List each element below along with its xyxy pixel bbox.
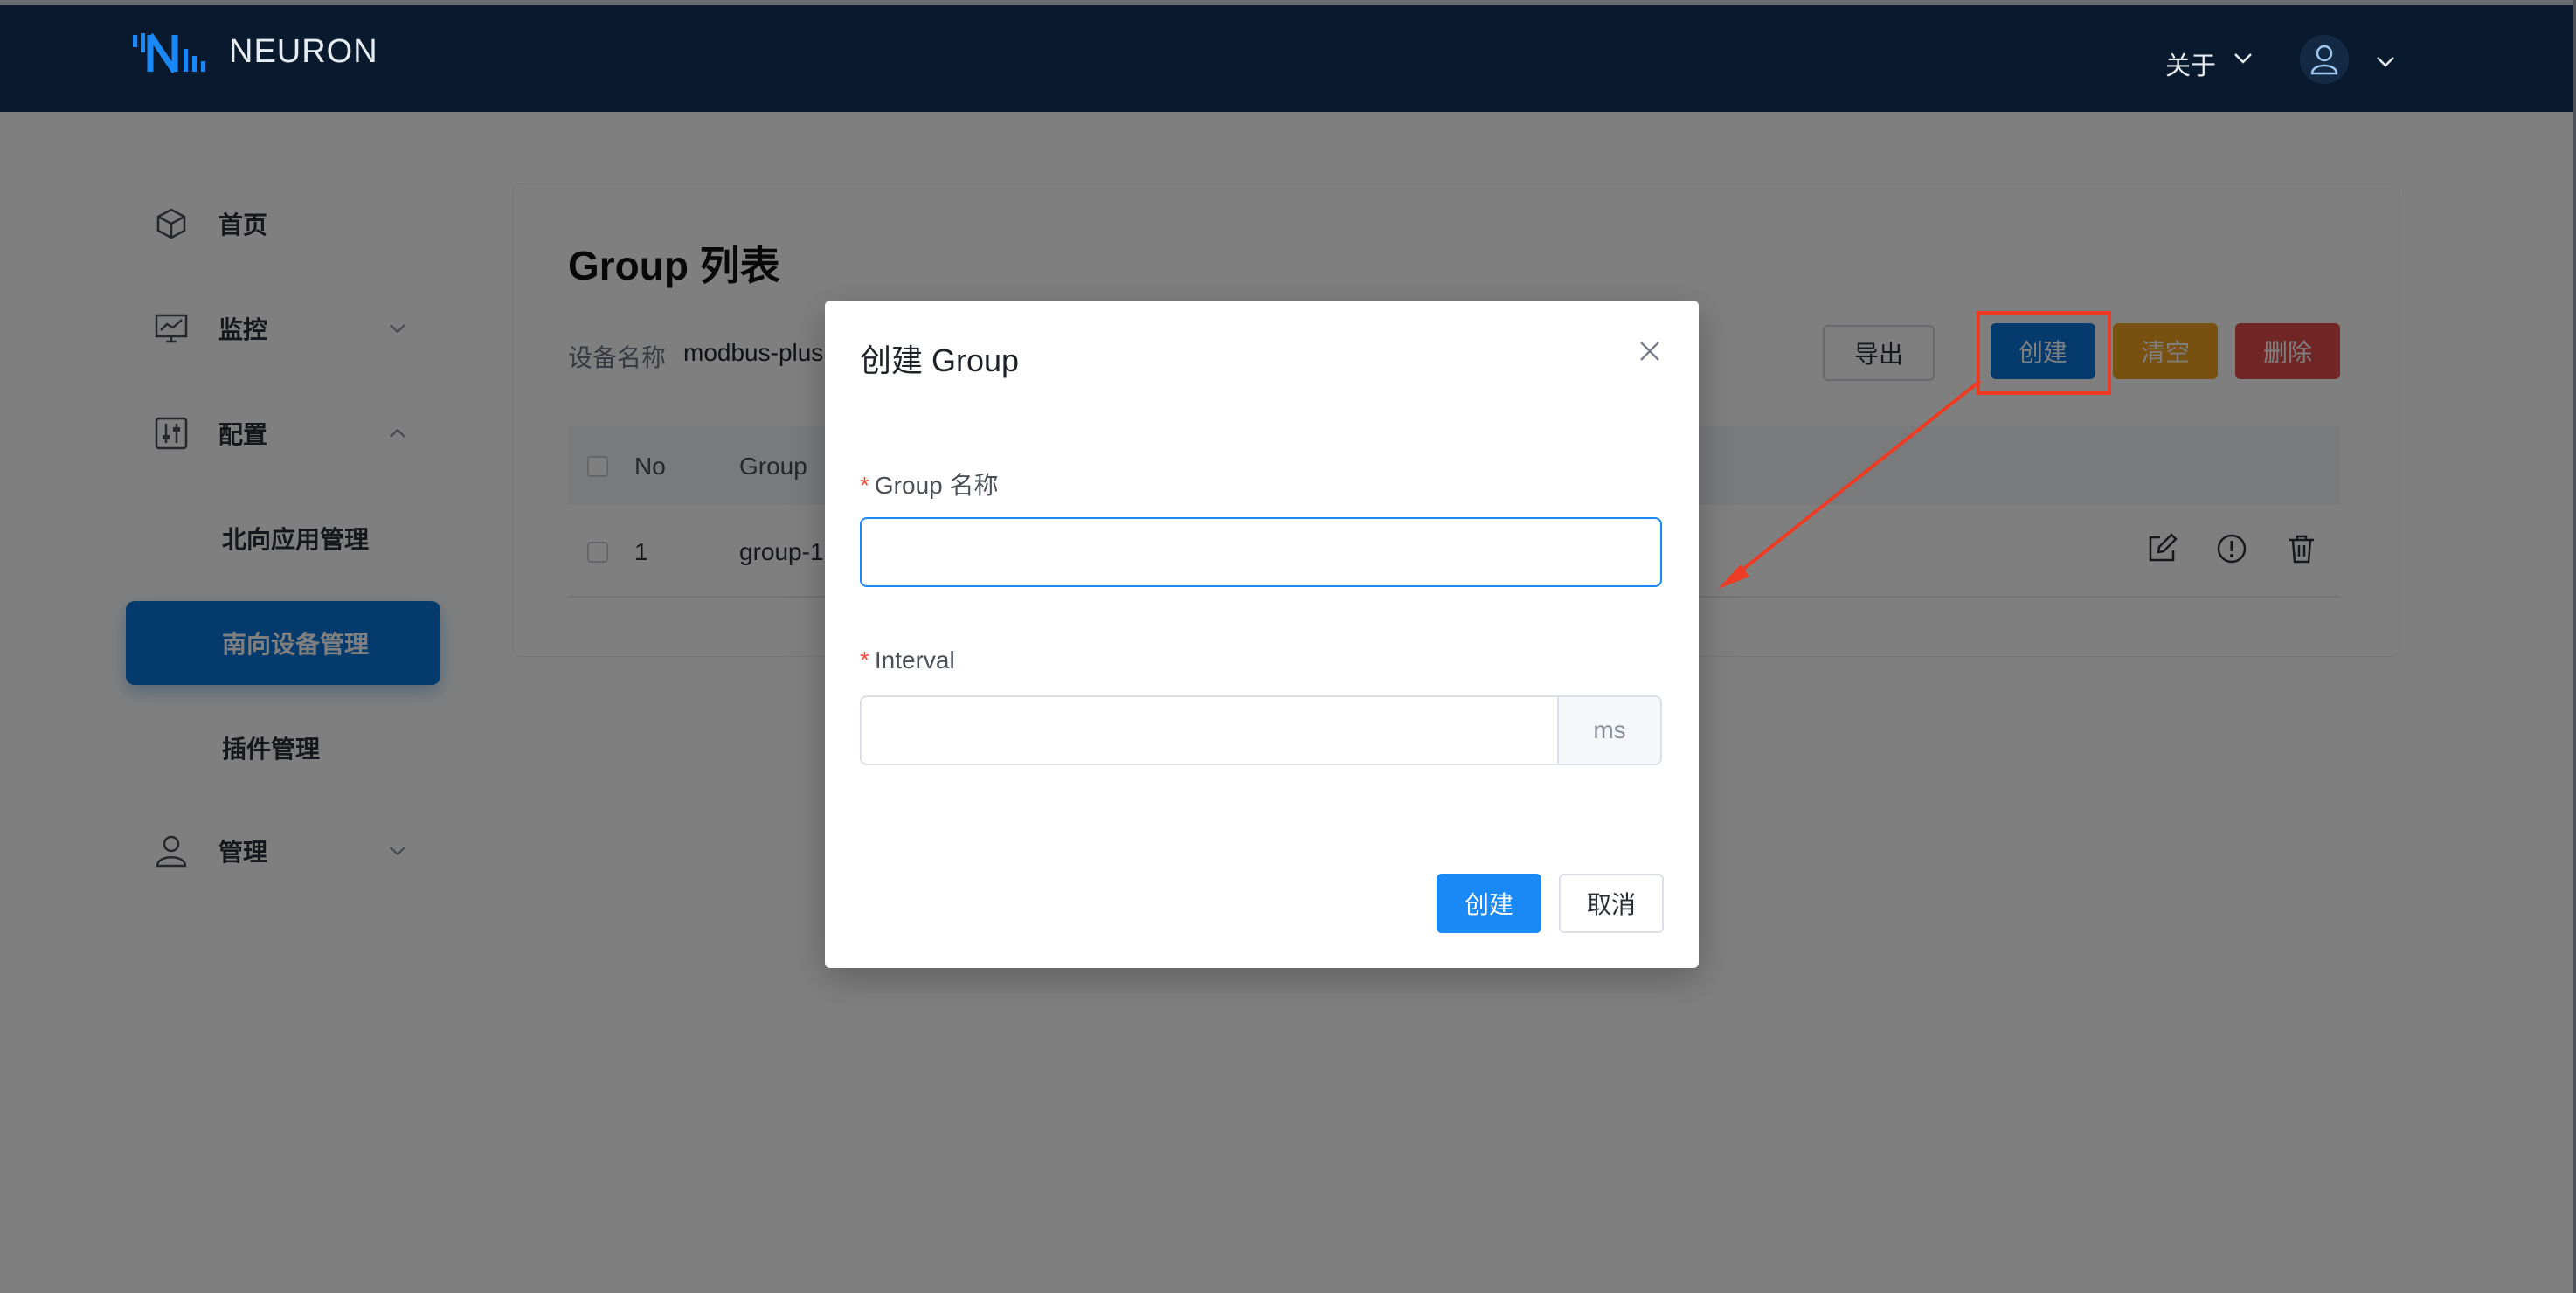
close-icon[interactable] [1638,339,1662,363]
dialog-cancel-button[interactable]: 取消 [1559,874,1664,933]
interval-input[interactable] [860,695,1559,765]
interval-unit-suffix: ms [1557,695,1662,765]
about-menu[interactable]: 关于 [2165,45,2216,82]
group-name-label: * Group 名称 [860,467,999,501]
dialog-create-button[interactable]: 创建 [1437,874,1541,933]
create-group-dialog: 创建 Group * Group 名称 * Interval ms 创建 取消 [825,301,1699,968]
user-icon [2310,45,2338,75]
group-name-label-text: Group 名称 [874,472,999,499]
neuron-logo-icon [133,33,205,73]
interval-label-text: Interval [874,646,955,674]
annotation-highlight-box [1977,311,2111,395]
window-right-edge [2573,0,2576,1293]
brand-name: NEURON [229,33,378,70]
chevron-down-icon[interactable] [2375,54,2396,68]
user-avatar[interactable] [2300,35,2349,84]
required-mark: * [860,646,869,674]
required-mark: * [860,472,869,499]
chevron-down-icon[interactable] [2233,51,2254,65]
dialog-title: 创建 Group [860,342,1020,378]
group-name-input[interactable] [860,517,1662,587]
interval-label: * Interval [860,646,955,674]
